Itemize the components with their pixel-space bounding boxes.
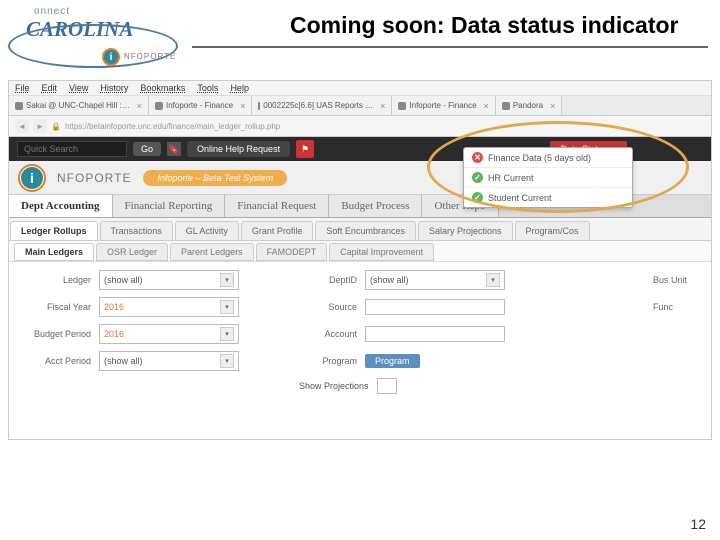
infoporte-wordmark: NFOPORTE [57,171,131,185]
menu-history[interactable]: History [100,83,128,93]
menu-edit[interactable]: Edit [42,83,58,93]
nav-tab[interactable]: Budget Process [329,195,422,217]
favicon-icon [502,102,510,110]
menu-view[interactable]: View [69,83,88,93]
browser-tab[interactable]: 0002225c[6.6] UAS Reports …× [252,96,392,115]
ledger-label: Ledger [19,275,91,285]
sub-tab[interactable]: Grant Profile [241,221,314,240]
account-label: Account [307,329,357,339]
infoporte-logo-icon: i [19,165,45,191]
close-icon[interactable]: × [484,101,489,111]
sub-tab2[interactable]: Capital Improvement [329,243,434,261]
browser-tab[interactable]: Sakai @ UNC-Chapel Hill :…× [9,96,149,115]
connect-carolina-logo: onnect CAROLINA i NFOPORTE [8,6,188,66]
sub-tab2[interactable]: Main Ledgers [14,243,94,261]
sub-tab[interactable]: Soft Encumbrances [315,221,416,240]
chevron-down-icon: ▾ [486,273,500,287]
nav-tab[interactable]: Dept Accounting [9,195,113,217]
filter-panel: Ledger (show all)▾ DeptID (show all)▾ Bu… [9,262,711,409]
flag-icon[interactable]: ⚑ [296,140,314,158]
fiscal-year-label: Fiscal Year [19,302,91,312]
browser-menubar: File Edit View History Bookmarks Tools Help [9,81,711,96]
chevron-down-icon: ▾ [220,327,234,341]
browser-tabbar: Sakai @ UNC-Chapel Hill :…×Infoporte - F… [9,96,711,116]
go-button[interactable]: Go [133,142,161,156]
sub-tab[interactable]: Program/Cos [515,221,590,240]
program-button[interactable]: Program [365,354,420,368]
address-bar: ◄ ► 🔒 https://betainfoporte.unc.edu/fina… [9,116,711,137]
budget-period-select[interactable]: 2016▾ [99,324,239,344]
func-label: Func [653,302,701,312]
close-icon[interactable]: × [380,101,385,111]
nav-tab[interactable]: Financial Reporting [113,195,226,217]
status-dot-icon: ✓ [472,192,483,203]
busunit-label: Bus Unit [653,275,701,285]
ledger-select[interactable]: (show all)▾ [99,270,239,290]
account-input[interactable] [365,326,505,342]
acct-period-label: Acct Period [19,356,91,366]
chevron-down-icon: ▾ [220,354,234,368]
sub-tab2[interactable]: Parent Ledgers [170,243,254,261]
show-projections-input[interactable] [377,378,397,394]
acct-period-select[interactable]: (show all)▾ [99,351,239,371]
status-row: ✓Student Current [464,188,632,207]
favicon-icon [15,102,23,110]
favicon-icon [155,102,163,110]
chevron-down-icon: ▾ [220,300,234,314]
nav-tab[interactable]: Financial Request [225,195,329,217]
slide-header: onnect CAROLINA i NFOPORTE Coming soon: … [0,0,720,72]
browser-window: File Edit View History Bookmarks Tools Help Sa… [8,80,712,440]
forward-button[interactable]: ► [33,119,47,133]
favicon-icon [398,102,406,110]
menu-help[interactable]: Help [230,83,249,93]
slide-title: Coming soon: Data status indicator [290,12,678,39]
sub-tab2[interactable]: FAMODEPT [256,243,328,261]
sub-tab2[interactable]: OSR Ledger [96,243,168,261]
show-projections-label: Show Projections [299,381,369,391]
slide-page-number: 12 [690,516,706,532]
status-dot-icon: ✕ [472,152,483,163]
sub-tab[interactable]: GL Activity [175,221,239,240]
menu-file[interactable]: File [15,83,30,93]
lock-icon: 🔒 [51,122,61,131]
close-icon[interactable]: × [137,101,142,111]
browser-tab[interactable]: Infoporte - Finance× [392,96,495,115]
tertiary-tabs: Main LedgersOSR LedgerParent LedgersFAMO… [9,241,711,262]
bookmark-icon[interactable]: 🔖 [167,142,181,156]
status-row: ✕Finance Data (5 days old) [464,148,632,168]
fiscal-year-select[interactable]: 2016▾ [99,297,239,317]
status-dot-icon: ✓ [472,172,483,183]
program-label: Program [307,356,357,366]
budget-period-label: Budget Period [19,329,91,339]
deptid-label: DeptID [307,275,357,285]
url-text[interactable]: https://betainfoporte.unc.edu/finance/ma… [65,122,705,131]
help-request-button[interactable]: Online Help Request [187,141,290,157]
browser-tab[interactable]: Infoporte - Finance× [149,96,252,115]
quick-search-input[interactable] [17,141,127,157]
status-row: ✓HR Current [464,168,632,188]
infoporte-icon: i [102,48,120,66]
menu-tools[interactable]: Tools [197,83,218,93]
back-button[interactable]: ◄ [15,119,29,133]
browser-tab[interactable]: Pandora× [496,96,563,115]
favicon-icon [258,102,260,110]
sub-tab[interactable]: Transactions [100,221,173,240]
close-icon[interactable]: × [550,101,555,111]
source-label: Source [307,302,357,312]
chevron-down-icon: ▾ [220,273,234,287]
close-icon[interactable]: × [240,101,245,111]
beta-badge: Infoporte – Beta Test System [143,170,287,186]
deptid-select[interactable]: (show all)▾ [365,270,505,290]
secondary-tabs: Ledger RollupsTransactionsGL ActivityGra… [9,218,711,241]
menu-bookmarks[interactable]: Bookmarks [140,83,185,93]
sub-tab[interactable]: Salary Projections [418,221,513,240]
source-input[interactable] [365,299,505,315]
data-status-panel: ✕Finance Data (5 days old)✓HR Current✓St… [463,147,633,208]
sub-tab[interactable]: Ledger Rollups [10,221,98,240]
